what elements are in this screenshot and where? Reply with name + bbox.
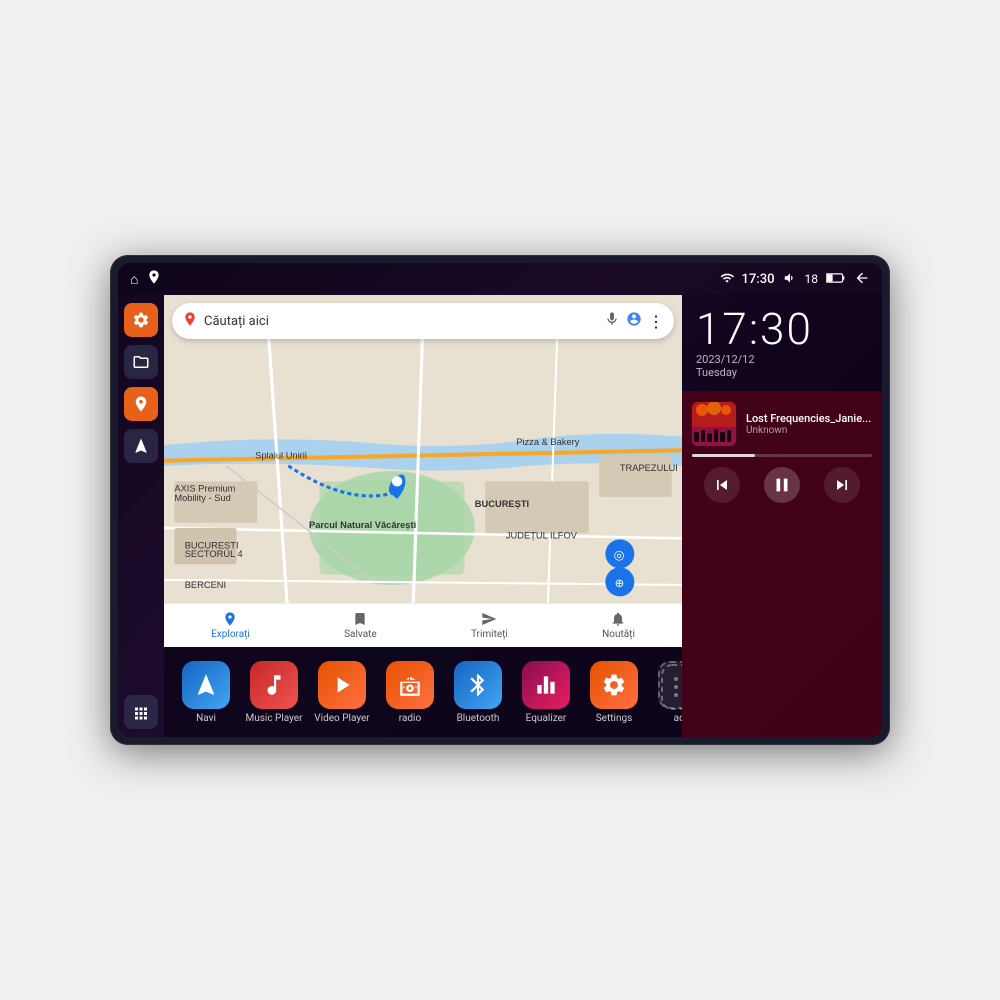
map-search-bar[interactable]: Căutați aici [172, 303, 674, 339]
svg-text:TRAPEZULUI: TRAPEZULUI [620, 463, 678, 473]
map-saved-button[interactable]: Salvate [344, 611, 377, 640]
battery-level: 18 [805, 272, 819, 286]
center-area: AXIS Premium Mobility - Sud Pizza & Bake… [164, 295, 682, 737]
back-icon[interactable] [854, 270, 870, 289]
equalizer-label: Equalizer [526, 713, 567, 724]
svg-text:BUCUREȘTI: BUCUREȘTI [475, 499, 529, 509]
wifi-icon [720, 271, 734, 288]
navi-label: Navi [196, 713, 216, 724]
main-content: AXIS Premium Mobility - Sud Pizza & Bake… [118, 295, 882, 737]
svg-text:JUDEȚUL ILFOV: JUDEȚUL ILFOV [506, 530, 578, 540]
equalizer-icon-circle [522, 661, 570, 709]
music-pause-button[interactable] [764, 467, 800, 503]
music-controls [692, 467, 872, 503]
music-prev-button[interactable] [704, 467, 740, 503]
svg-text:SECTORUL 4: SECTORUL 4 [185, 549, 243, 559]
bluetooth-label: Bluetooth [457, 713, 500, 724]
svg-text:Mobility - Sud: Mobility - Sud [174, 493, 230, 503]
add-label: add [674, 713, 682, 724]
sidebar-settings-button[interactable] [124, 303, 158, 337]
map-explore-label: Explorați [211, 629, 250, 640]
equalizer-app-icon[interactable]: Equalizer [512, 661, 580, 724]
bluetooth-icon-circle [454, 661, 502, 709]
mic-icon[interactable] [604, 311, 620, 331]
map-send-button[interactable]: Trimiteți [471, 611, 508, 640]
map-widget[interactable]: AXIS Premium Mobility - Sud Pizza & Bake… [164, 295, 682, 647]
maps-status-icon[interactable] [146, 269, 162, 289]
music-album-art [692, 402, 736, 446]
add-dashed-border [660, 663, 682, 711]
music-text: Lost Frequencies_Janie... Unknown [746, 412, 872, 436]
profile-icon[interactable] [626, 311, 642, 331]
status-left: ⌂ [130, 269, 162, 289]
clock-day: Tuesday [696, 366, 737, 379]
music-icon-circle [250, 661, 298, 709]
add-app-icon[interactable]: add [648, 661, 682, 724]
clock-time: 17:30 [696, 307, 868, 351]
sidebar-maps-button[interactable] [124, 387, 158, 421]
device-outer: ⌂ 17:30 [110, 255, 890, 745]
map-send-label: Trimiteți [471, 629, 508, 640]
radio-app-icon[interactable]: radio [376, 661, 444, 724]
add-icon-circle [658, 661, 682, 709]
status-bar: ⌂ 17:30 [118, 263, 882, 295]
status-time: 17:30 [742, 272, 775, 287]
video-player-label: Video Player [314, 713, 369, 724]
sidebar-grid-button[interactable] [124, 695, 158, 729]
settings-icon-circle [590, 661, 638, 709]
map-explore-button[interactable]: Explorați [211, 611, 250, 640]
battery-icon [826, 272, 846, 287]
settings-app-icon[interactable]: Settings [580, 661, 648, 724]
music-widget: Lost Frequencies_Janie... Unknown [682, 392, 882, 737]
radio-label: radio [399, 713, 421, 724]
video-player-app-icon[interactable]: Video Player [308, 661, 376, 724]
map-settings-icon[interactable]: ⋮ [648, 312, 664, 331]
music-album-art-inner [692, 402, 736, 446]
video-icon-circle [318, 661, 366, 709]
svg-text:Splaiul Unirii: Splaiul Unirii [255, 451, 307, 461]
settings-app-label: Settings [596, 713, 633, 724]
music-info-row: Lost Frequencies_Janie... Unknown [692, 402, 872, 446]
google-maps-icon [182, 311, 198, 331]
svg-text:◎: ◎ [614, 548, 625, 563]
map-saved-label: Salvate [344, 629, 377, 640]
volume-icon [783, 271, 797, 288]
svg-text:Parcul Natural Văcărești: Parcul Natural Văcărești [309, 520, 416, 530]
right-panel: 17:30 2023/12/12 Tuesday [682, 295, 882, 737]
clock-date-value: 2023/12/12 [696, 353, 755, 366]
device-screen: ⌂ 17:30 [118, 263, 882, 737]
left-sidebar [118, 295, 164, 737]
sidebar-files-button[interactable] [124, 345, 158, 379]
music-progress-fill [692, 454, 755, 457]
map-svg: AXIS Premium Mobility - Sud Pizza & Bake… [164, 295, 682, 647]
map-search-input[interactable]: Căutați aici [204, 314, 598, 329]
home-icon[interactable]: ⌂ [130, 271, 138, 288]
sidebar-nav-button[interactable] [124, 429, 158, 463]
navi-app-icon[interactable]: Navi [172, 661, 240, 724]
svg-text:Pizza & Bakery: Pizza & Bakery [516, 437, 579, 447]
svg-text:BERCENI: BERCENI [185, 580, 226, 590]
music-title: Lost Frequencies_Janie... [746, 412, 872, 425]
radio-icon-circle [386, 661, 434, 709]
music-progress-bar[interactable] [692, 454, 872, 457]
clock-date: 2023/12/12 Tuesday [696, 353, 868, 379]
music-next-button[interactable] [824, 467, 860, 503]
album-art-svg [692, 402, 736, 446]
map-bottom-bar: Explorați Salvate Trimiteți [164, 603, 682, 647]
music-player-app-icon[interactable]: Music Player [240, 661, 308, 724]
status-right: 17:30 18 [720, 270, 870, 289]
music-artist: Unknown [746, 425, 872, 436]
map-news-button[interactable]: Noutăți [602, 611, 635, 640]
music-player-label: Music Player [245, 713, 302, 724]
bluetooth-app-icon[interactable]: Bluetooth [444, 661, 512, 724]
clock-widget: 17:30 2023/12/12 Tuesday [682, 295, 882, 392]
map-news-label: Noutăți [602, 629, 635, 640]
navi-icon-circle [182, 661, 230, 709]
svg-text:⊕: ⊕ [615, 576, 625, 590]
map-container: AXIS Premium Mobility - Sud Pizza & Bake… [164, 295, 682, 647]
app-icons-row: Navi Music Player [164, 647, 682, 737]
